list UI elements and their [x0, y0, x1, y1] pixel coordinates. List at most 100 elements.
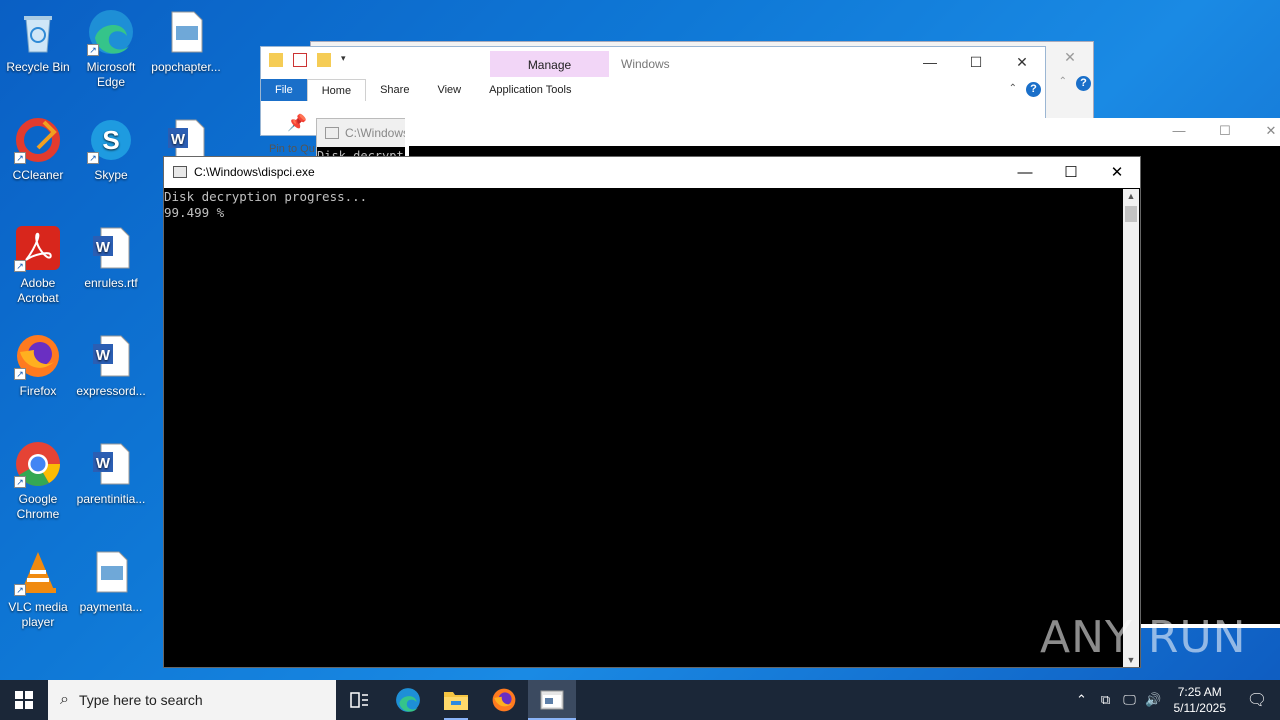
- folder-icon: [444, 692, 468, 710]
- chrome-icon: ↗: [14, 440, 62, 488]
- clock-time: 7:25 AM: [1177, 685, 1222, 699]
- desktop-icon-chrome[interactable]: ↗ Google Chrome: [0, 440, 76, 522]
- taskbar-console[interactable]: [528, 680, 576, 720]
- close-icon[interactable]: ✕: [1248, 122, 1280, 142]
- minimize-icon[interactable]: —: [1156, 122, 1202, 142]
- desktop-icon-recycle-bin[interactable]: Recycle Bin: [0, 8, 76, 75]
- tab-file[interactable]: File: [261, 79, 307, 101]
- ccleaner-icon: ↗: [14, 116, 62, 164]
- close-icon[interactable]: ✕: [1094, 157, 1140, 188]
- word-document-icon: W: [87, 332, 135, 380]
- skype-icon: S ↗: [87, 116, 135, 164]
- desktop-icon-edge[interactable]: ↗ Microsoft Edge: [73, 8, 149, 90]
- firefox-icon: [492, 688, 516, 712]
- minimize-icon[interactable]: —: [1002, 157, 1048, 188]
- minimize-icon[interactable]: —: [907, 47, 953, 77]
- desktop-icon-label: paymenta...: [79, 600, 143, 614]
- desktop-icon-label: Google Chrome: [16, 492, 60, 521]
- desktop-icon-skype[interactable]: S ↗ Skype: [73, 116, 149, 183]
- ribbon-tabs: File Home Share View Application Tools: [261, 79, 585, 101]
- search-placeholder: Type here to search: [78, 692, 203, 708]
- chevron-up-icon[interactable]: ⌃: [1009, 83, 1017, 94]
- chevron-down-icon[interactable]: ▾: [341, 53, 355, 67]
- volume-icon[interactable]: 🔊: [1142, 692, 1166, 708]
- console-title-bar[interactable]: C:\Windows\dispci.exe — ☐ ✕: [164, 157, 1140, 188]
- word-document-icon: W: [87, 224, 135, 272]
- desktop-icon-label: popchapter...: [151, 60, 221, 74]
- desktop-icon-label: VLC media player: [8, 600, 68, 629]
- search-icon: ⌕: [60, 691, 69, 708]
- close-icon[interactable]: ✕: [1047, 42, 1093, 72]
- desktop-icon-label: expressord...: [76, 384, 146, 398]
- tab-share[interactable]: Share: [366, 79, 423, 101]
- desktop-icon-ccleaner[interactable]: ↗ CCleaner: [0, 116, 76, 183]
- word-document-icon: W: [87, 440, 135, 488]
- taskbar-file-explorer[interactable]: [432, 680, 480, 720]
- desktop-icon-label: enrules.rtf: [84, 276, 138, 290]
- scroll-up-icon[interactable]: ▲: [1123, 189, 1139, 203]
- taskbar-search-box[interactable]: ⌕ Type here to search: [48, 680, 336, 720]
- vertical-scrollbar[interactable]: ▲ ▼: [1123, 189, 1139, 667]
- new-folder-icon[interactable]: [317, 53, 331, 67]
- start-button[interactable]: [0, 680, 48, 720]
- console-app-icon: [173, 166, 187, 178]
- network-icon[interactable]: 🖵: [1118, 692, 1142, 708]
- desktop-icon-vlc[interactable]: ↗ VLC media player: [0, 548, 76, 630]
- desktop-icon-label: CCleaner: [12, 168, 64, 182]
- vlc-icon: ↗: [14, 548, 62, 596]
- firefox-icon: ↗: [14, 332, 62, 380]
- edge-icon: ↗: [87, 8, 135, 56]
- desktop-icon-label: Firefox: [19, 384, 57, 398]
- maximize-icon[interactable]: ☐: [953, 47, 999, 77]
- task-view-button[interactable]: [336, 680, 384, 720]
- help-icon[interactable]: ?: [1076, 76, 1091, 91]
- desktop-icon-label: Microsoft Edge: [86, 60, 136, 89]
- tab-application-tools[interactable]: Application Tools: [475, 79, 585, 101]
- task-view-icon: [350, 692, 368, 708]
- desktop-icon-popchapter[interactable]: popchapter...: [148, 8, 224, 75]
- desktop-icon-adobe-acrobat[interactable]: ↗ Adobe Acrobat: [0, 224, 76, 306]
- overlay-window-title-bar: — ☐ ✕: [409, 122, 1280, 146]
- pin-icon[interactable]: 📌: [287, 113, 307, 133]
- tab-home[interactable]: Home: [306, 79, 367, 101]
- properties-icon[interactable]: [293, 53, 307, 67]
- system-tray: ⌃ ⧉ 🖵 🔊 7:25 AM 5/11/2025 🗨: [1070, 680, 1280, 720]
- svg-text:W: W: [171, 131, 186, 148]
- scrollbar-thumb[interactable]: [1125, 206, 1137, 222]
- desktop-icon-enrules[interactable]: W enrules.rtf: [73, 224, 149, 291]
- console-window[interactable]: C:\Windows\dispci.exe — ☐ ✕ Disk decrypt…: [163, 156, 1141, 668]
- console-title: C:\Windows\dispci.exe: [194, 165, 315, 179]
- console-app-icon: [325, 127, 339, 139]
- folder-icon[interactable]: [269, 53, 283, 67]
- maximize-icon[interactable]: ☐: [1048, 157, 1094, 188]
- desktop-icon-label: Adobe Acrobat: [17, 276, 59, 305]
- desktop-icon-label: parentinitia...: [76, 492, 146, 506]
- image-file-icon: [87, 548, 135, 596]
- close-icon[interactable]: ✕: [999, 47, 1045, 77]
- svg-text:W: W: [96, 239, 111, 256]
- svg-text:W: W: [96, 455, 111, 472]
- taskbar-firefox[interactable]: [480, 680, 528, 720]
- desktop-icon-parentinitia[interactable]: W parentinitia...: [73, 440, 149, 507]
- console-output: Disk decryption progress... 99.499 %: [164, 189, 368, 220]
- clock[interactable]: 7:25 AM 5/11/2025: [1166, 684, 1235, 716]
- desktop-icon-label: Skype: [94, 168, 128, 182]
- desktop-icon-expressord[interactable]: W expressord...: [73, 332, 149, 399]
- tab-view[interactable]: View: [423, 79, 475, 101]
- chevron-up-icon[interactable]: ⌃: [1070, 692, 1094, 708]
- pin-to-quick-access-label[interactable]: Pin to Qu: [269, 143, 315, 155]
- window-title: Windows: [621, 57, 670, 71]
- notifications-icon[interactable]: 🗨: [1234, 690, 1280, 710]
- help-icon[interactable]: ?: [1026, 82, 1041, 97]
- desktop-icon-paymenta[interactable]: paymenta...: [73, 548, 149, 615]
- svg-text:S: S: [102, 125, 119, 155]
- desktop-icon-firefox[interactable]: ↗ Firefox: [0, 332, 76, 399]
- acrobat-icon: ↗: [14, 224, 62, 272]
- edge-icon: [396, 688, 420, 712]
- chevron-up-icon[interactable]: ⌃: [1059, 76, 1067, 87]
- desktop-icon-label: Recycle Bin: [6, 60, 70, 74]
- tab-manage[interactable]: Manage: [490, 51, 609, 77]
- network-drive-icon[interactable]: ⧉: [1094, 692, 1118, 708]
- taskbar-edge[interactable]: [384, 680, 432, 720]
- maximize-icon[interactable]: ☐: [1202, 122, 1248, 142]
